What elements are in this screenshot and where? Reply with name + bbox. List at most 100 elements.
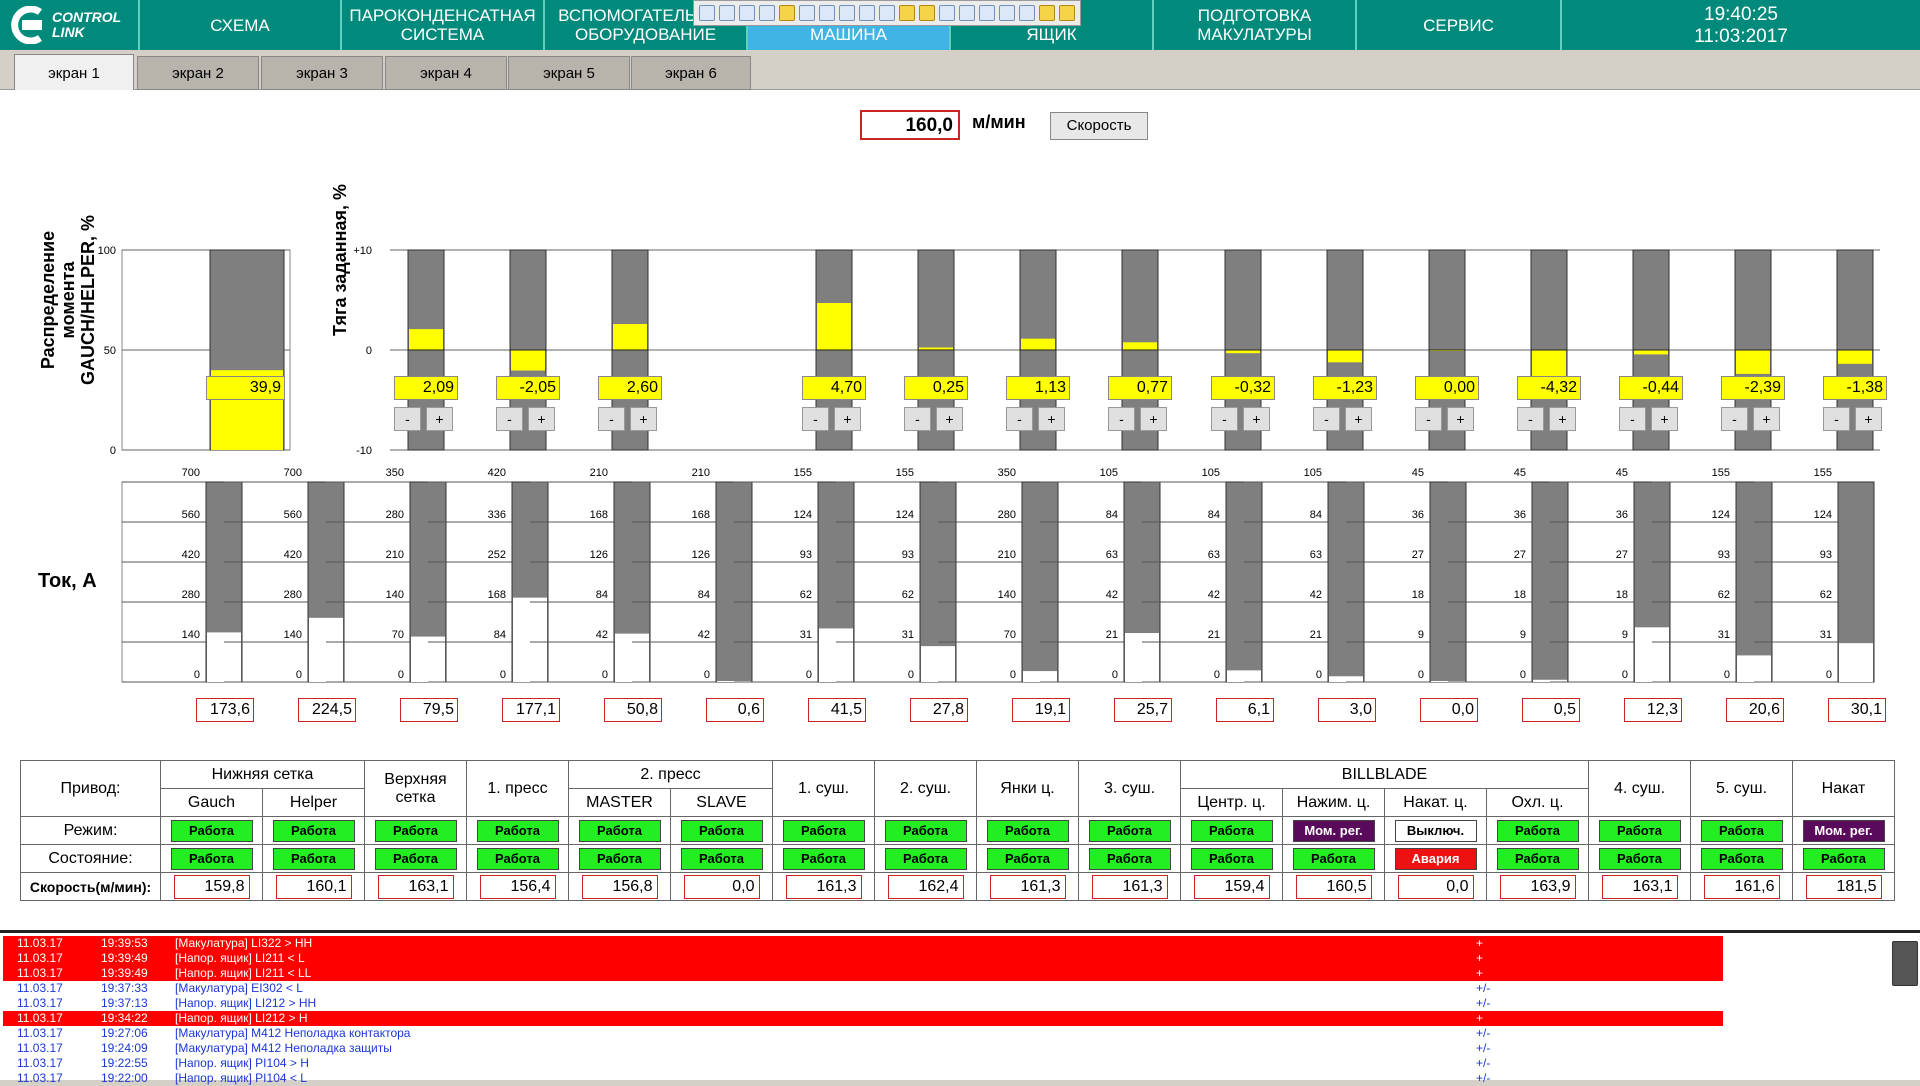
drive-speed-value[interactable]: 0,0	[1397, 874, 1474, 899]
tension-decrease-button[interactable]: -	[1823, 407, 1850, 431]
nav-stock-prep[interactable]: ПОДГОТОВКА МАКУЛАТУРЫ	[1152, 0, 1355, 50]
current-value[interactable]: 50,8	[604, 698, 662, 722]
tab-screen-6[interactable]: экран 6	[631, 56, 751, 90]
toolbar-message-icon[interactable]	[839, 5, 855, 21]
toolbar-user-icon[interactable]	[859, 5, 875, 21]
tension-increase-button[interactable]: +	[426, 407, 453, 431]
state-badge[interactable]: Работа	[884, 847, 967, 870]
toolbar-mini-icon[interactable]	[959, 5, 975, 21]
drive-speed-value[interactable]: 156,4	[479, 874, 556, 899]
alarm-scroll-icon[interactable]	[1892, 941, 1918, 986]
drive-speed-value[interactable]: 161,3	[785, 874, 862, 899]
mode-badge[interactable]: Работа	[578, 819, 661, 842]
state-badge[interactable]: Работа	[476, 847, 559, 870]
toolbar-page-icon[interactable]	[939, 5, 955, 21]
alarm-row[interactable]: 11.03.17 19:27:06 [Макулатура] M412 Непола…	[3, 1026, 1723, 1041]
current-value[interactable]: 25,7	[1114, 698, 1172, 722]
state-badge[interactable]: Работа	[1292, 847, 1375, 870]
mode-badge[interactable]: Работа	[272, 819, 355, 842]
mode-badge[interactable]: Работа	[986, 819, 1069, 842]
alarm-row[interactable]: 11.03.17 19:39:53 [Макулатура] LI322 > HH +	[3, 936, 1723, 951]
drive-speed-value[interactable]: 160,1	[275, 874, 352, 899]
toolbar-tools-icon[interactable]	[999, 5, 1015, 21]
drive-speed-value[interactable]: 181,5	[1805, 874, 1882, 899]
current-value[interactable]: 27,8	[910, 698, 968, 722]
tension-increase-button[interactable]: +	[528, 407, 555, 431]
mode-badge[interactable]: Мом. рег.	[1802, 819, 1885, 842]
state-badge[interactable]: Работа	[782, 847, 865, 870]
tension-decrease-button[interactable]: -	[496, 407, 523, 431]
tension-decrease-button[interactable]: -	[1415, 407, 1442, 431]
tension-value[interactable]: -4,32	[1517, 376, 1581, 400]
current-value[interactable]: 173,6	[196, 698, 254, 722]
tension-decrease-button[interactable]: -	[1211, 407, 1238, 431]
tension-value[interactable]: 4,70	[802, 376, 866, 400]
drive-speed-value[interactable]: 163,1	[377, 874, 454, 899]
current-value[interactable]: 12,3	[1624, 698, 1682, 722]
mode-badge[interactable]: Работа	[1700, 819, 1783, 842]
current-value[interactable]: 41,5	[808, 698, 866, 722]
toolbar-clock-icon[interactable]	[779, 5, 795, 21]
toolbar-window-icon[interactable]	[719, 5, 735, 21]
tension-decrease-button[interactable]: -	[1108, 407, 1135, 431]
state-badge[interactable]: Работа	[1802, 847, 1885, 870]
toolbar-screenshot-icon[interactable]	[979, 5, 995, 21]
tab-screen-2[interactable]: экран 2	[137, 56, 259, 90]
toolbar-minimize-icon[interactable]	[1039, 5, 1055, 21]
tension-decrease-button[interactable]: -	[598, 407, 625, 431]
tension-value[interactable]: 2,09	[394, 376, 458, 400]
toolbar-network-icon[interactable]	[759, 5, 775, 21]
tension-increase-button[interactable]: +	[1038, 407, 1065, 431]
state-badge[interactable]: Работа	[374, 847, 457, 870]
mode-badge[interactable]: Работа	[374, 819, 457, 842]
tension-increase-button[interactable]: +	[1447, 407, 1474, 431]
state-badge[interactable]: Работа	[1700, 847, 1783, 870]
tension-increase-button[interactable]: +	[1549, 407, 1576, 431]
mode-badge[interactable]: Работа	[884, 819, 967, 842]
state-badge[interactable]: Работа	[170, 847, 253, 870]
tension-value[interactable]: 0,00	[1415, 376, 1479, 400]
nav-steam-condensate[interactable]: ПАРОКОНДЕНСАТНАЯ СИСТЕМА	[340, 0, 543, 50]
state-badge[interactable]: Работа	[1190, 847, 1273, 870]
tension-decrease-button[interactable]: -	[1006, 407, 1033, 431]
drive-speed-value[interactable]: 163,9	[1499, 874, 1576, 899]
current-value[interactable]: 30,1	[1828, 698, 1886, 722]
current-value[interactable]: 3,0	[1318, 698, 1376, 722]
toolbar-lock-icon[interactable]	[899, 5, 915, 21]
drive-speed-value[interactable]: 162,4	[887, 874, 964, 899]
tension-increase-button[interactable]: +	[834, 407, 861, 431]
state-badge[interactable]: Авария	[1394, 847, 1477, 870]
tension-increase-button[interactable]: +	[1345, 407, 1372, 431]
tension-decrease-button[interactable]: -	[1313, 407, 1340, 431]
mode-badge[interactable]: Работа	[476, 819, 559, 842]
alarm-row[interactable]: 11.03.17 19:22:00 [Напор. ящик] PI104 < L +…	[3, 1071, 1723, 1086]
mode-badge[interactable]: Работа	[170, 819, 253, 842]
mode-badge[interactable]: Работа	[782, 819, 865, 842]
toolbar-settings-icon[interactable]	[1019, 5, 1035, 21]
tab-screen-5[interactable]: экран 5	[508, 56, 630, 90]
toolbar-close-icon[interactable]	[1059, 5, 1075, 21]
drive-speed-value[interactable]: 156,8	[581, 874, 658, 899]
mode-badge[interactable]: Работа	[1088, 819, 1171, 842]
state-badge[interactable]: Работа	[578, 847, 661, 870]
toolbar-chart-icon[interactable]	[819, 5, 835, 21]
current-value[interactable]: 224,5	[298, 698, 356, 722]
line-speed-value[interactable]: 160,0	[860, 110, 960, 140]
tension-decrease-button[interactable]: -	[1619, 407, 1646, 431]
current-value[interactable]: 0,6	[706, 698, 764, 722]
tension-decrease-button[interactable]: -	[904, 407, 931, 431]
tension-value[interactable]: -0,44	[1619, 376, 1683, 400]
current-value[interactable]: 6,1	[1216, 698, 1274, 722]
current-value[interactable]: 177,1	[502, 698, 560, 722]
drive-speed-value[interactable]: 160,5	[1295, 874, 1372, 899]
drive-speed-value[interactable]: 161,3	[1091, 874, 1168, 899]
state-badge[interactable]: Работа	[986, 847, 1069, 870]
tension-value[interactable]: -2,39	[1721, 376, 1785, 400]
toolbar-users-icon[interactable]	[879, 5, 895, 21]
tab-screen-4[interactable]: экран 4	[385, 56, 507, 90]
tension-increase-button[interactable]: +	[1855, 407, 1882, 431]
tension-decrease-button[interactable]: -	[1517, 407, 1544, 431]
current-value[interactable]: 0,5	[1522, 698, 1580, 722]
current-value[interactable]: 20,6	[1726, 698, 1784, 722]
tension-value[interactable]: -2,05	[496, 376, 560, 400]
